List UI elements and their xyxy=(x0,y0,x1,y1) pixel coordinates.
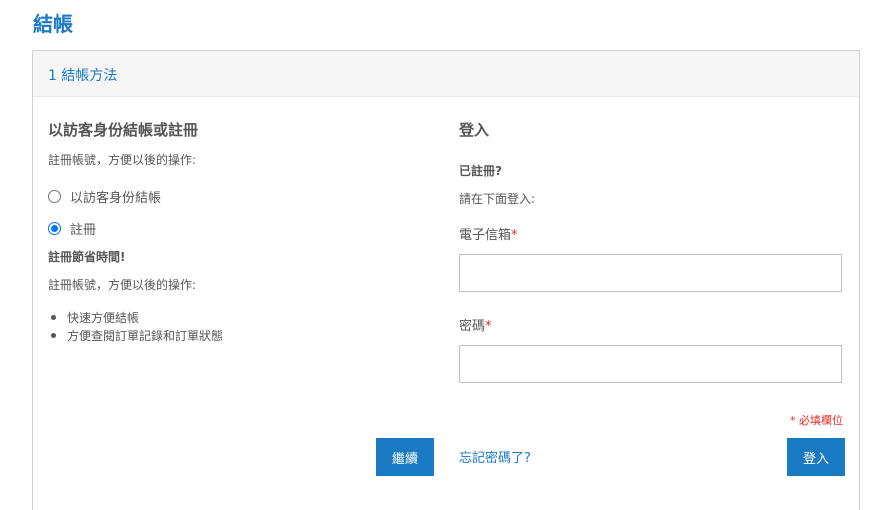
password-field[interactable] xyxy=(459,345,842,383)
required-fields-note: * 必填欄位 xyxy=(790,414,843,427)
password-label: 密碼* xyxy=(459,315,849,334)
required-asterisk: * xyxy=(485,319,492,334)
step-header[interactable]: 1 結帳方法 xyxy=(33,51,859,97)
registered-title: 已註冊? xyxy=(459,164,502,178)
benefits-list: 快速方便結帳 方便查閱訂單記錄和訂單狀態 xyxy=(48,309,428,345)
login-column: 登入 已註冊? 請在下面登入: 電子信箱* 密碼* xyxy=(459,119,849,383)
checkout-method-step: 1 結帳方法 以訪客身份結帳或註冊 註冊帳號，方便以後的操作: 以訪客身份結帳 … xyxy=(32,50,860,510)
required-asterisk: * xyxy=(511,228,518,243)
email-label-text: 電子信箱 xyxy=(459,228,512,243)
continue-button[interactable]: 繼續 xyxy=(376,438,434,476)
radio-register[interactable]: 註冊 xyxy=(48,219,428,238)
login-button[interactable]: 登入 xyxy=(787,438,845,476)
radio-guest-checkout[interactable]: 以訪客身份結帳 xyxy=(48,187,428,206)
password-label-text: 密碼 xyxy=(459,319,486,334)
login-section-title: 登入 xyxy=(459,121,490,139)
radio-guest-indicator[interactable] xyxy=(48,189,61,203)
list-item: 方便查閱訂單記錄和訂單狀態 xyxy=(48,327,428,345)
email-field[interactable] xyxy=(459,254,842,292)
list-item: 快速方便結帳 xyxy=(48,309,428,327)
registered-text: 請在下面登入: xyxy=(459,192,536,206)
guest-section-title: 以訪客身份結帳或註冊 xyxy=(48,121,199,139)
forgot-password-link[interactable]: 忘記密碼了? xyxy=(459,447,531,466)
email-label: 電子信箱* xyxy=(459,224,849,243)
register-note-title: 註冊節省時間! xyxy=(48,250,126,264)
page-title: 結帳 xyxy=(33,12,73,36)
guest-section-subtitle: 註冊帳號，方便以後的操作: xyxy=(48,153,197,167)
radio-guest-label[interactable]: 以訪客身份結帳 xyxy=(70,187,161,206)
radio-register-indicator[interactable] xyxy=(48,221,61,235)
radio-register-label[interactable]: 註冊 xyxy=(70,219,96,238)
register-note-text: 註冊帳號，方便以後的操作: xyxy=(48,278,197,292)
guest-register-column: 以訪客身份結帳或註冊 註冊帳號，方便以後的操作: 以訪客身份結帳 註冊 註冊節省… xyxy=(48,119,428,345)
